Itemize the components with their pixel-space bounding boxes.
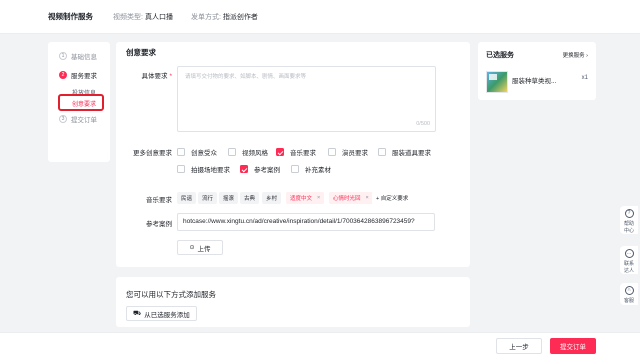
step-number: 3 (59, 115, 67, 123)
selected-services-title: 已选服务 (486, 52, 514, 59)
checkbox[interactable] (328, 148, 336, 156)
selected-services-card: 已选服务 更换服务 › 服装种草类视... x1 (478, 42, 596, 100)
service-quantity: x1 (581, 75, 588, 81)
music-tag[interactable]: 摇滚 (219, 192, 239, 204)
specific-requirements-label: 具体要求 * (141, 73, 172, 80)
step-number: 1 (59, 52, 67, 60)
checkbox-checked[interactable] (240, 165, 248, 173)
page-title: 视频制作服务 (48, 12, 93, 21)
option-audience[interactable]: 创意受众 (177, 147, 217, 157)
upload-button[interactable]: ⊙ 上传 (177, 240, 223, 255)
music-tag[interactable]: 乡村 (262, 192, 282, 204)
top-bar: 视频制作服务 视频类型: 真人口播 发单方式: 指派创作者 (0, 0, 640, 34)
checkbox[interactable] (378, 148, 386, 156)
video-type: 视频类型: 真人口播 (113, 13, 173, 21)
remove-tag-icon[interactable]: × (317, 195, 320, 201)
option-reference-case[interactable]: 参考案例 (240, 164, 280, 174)
option-costume-props[interactable]: 服装道具要求 (378, 147, 431, 157)
music-tag[interactable]: 民谣 (177, 192, 197, 204)
highlight-box (58, 94, 104, 111)
music-tag[interactable]: 流行 (198, 192, 218, 204)
option-location[interactable]: 拍摄场地要求 (177, 164, 230, 174)
add-service-title: 您可以用以下方式添加服务 (126, 290, 216, 299)
reference-case-input[interactable]: hotcase://www.xingtu.cn/ad/creative/insp… (177, 213, 435, 231)
music-tag-selected[interactable]: 适度中文 × (286, 192, 325, 204)
step-service-requirements[interactable]: 2 服务要求 (59, 69, 110, 81)
add-from-selected-button[interactable]: ⛟ 从已选服务添加 (126, 306, 197, 321)
order-method: 发单方式: 指派创作者 (190, 13, 258, 21)
step-submit-order[interactable]: 3 提交订单 (59, 113, 110, 125)
checkbox[interactable] (228, 148, 236, 156)
more-requirements-label: 更多创意要求 (133, 150, 172, 157)
contact-icon: … (624, 249, 634, 258)
customer-service-button[interactable]: ∩ 客服 (620, 283, 638, 305)
specific-requirements-textarea[interactable]: 请填写交付物的要求、如脚本、剧情、画面要求等 0/500 (177, 66, 436, 132)
service-thumbnail (486, 71, 508, 93)
option-video-style[interactable]: 视频风格 (228, 147, 268, 157)
checkbox[interactable] (177, 148, 185, 156)
reference-case-label: 参考案例 (146, 221, 172, 228)
custom-requirement-button[interactable]: + 自定义要求 (372, 192, 413, 204)
option-music[interactable]: 音乐要求 (276, 147, 316, 157)
music-tag-selected[interactable]: 心情时光回 × (329, 192, 373, 204)
change-service-link[interactable]: 更换服务 › (563, 51, 588, 59)
checkbox[interactable] (291, 165, 299, 173)
contact-creator-button[interactable]: … 联系 达人 (620, 246, 638, 274)
footer-bar: 上一步 提交订单 (0, 332, 640, 357)
step-basic-info[interactable]: 1 基础信息 (59, 50, 110, 62)
previous-step-button[interactable]: 上一步 (496, 338, 542, 354)
step-number: 2 (59, 71, 67, 79)
cart-icon: ⛟ (133, 310, 142, 317)
char-count: 0/500 (416, 121, 430, 127)
service-name: 服装种草类视... (512, 78, 557, 85)
add-service-card: 您可以用以下方式添加服务 ⛟ 从已选服务添加 (116, 277, 470, 327)
option-supplementary-material[interactable]: 补充素材 (291, 164, 331, 174)
upload-icon: ⊙ (189, 245, 195, 251)
music-tag[interactable]: 古典 (240, 192, 260, 204)
remove-tag-icon[interactable]: × (366, 195, 369, 201)
submit-order-button[interactable]: 提交订单 (550, 338, 596, 354)
checkbox[interactable] (177, 165, 185, 173)
creative-requirements-card: 创意要求 具体要求 * 请填写交付物的要求、如脚本、剧情、画面要求等 0/500 … (116, 42, 470, 267)
checkbox-checked[interactable] (276, 148, 284, 156)
help-icon: ? (624, 209, 634, 218)
section-title: 创意要求 (126, 48, 156, 57)
music-requirements-label: 音乐要求 (146, 197, 172, 204)
headset-icon: ∩ (624, 286, 634, 295)
step-nav: 1 基础信息 2 服务要求 投放信息 创意要求 3 提交订单 (48, 42, 110, 162)
help-center-button[interactable]: ? 帮助 中心 (620, 206, 638, 234)
option-actor[interactable]: 演员要求 (328, 147, 368, 157)
